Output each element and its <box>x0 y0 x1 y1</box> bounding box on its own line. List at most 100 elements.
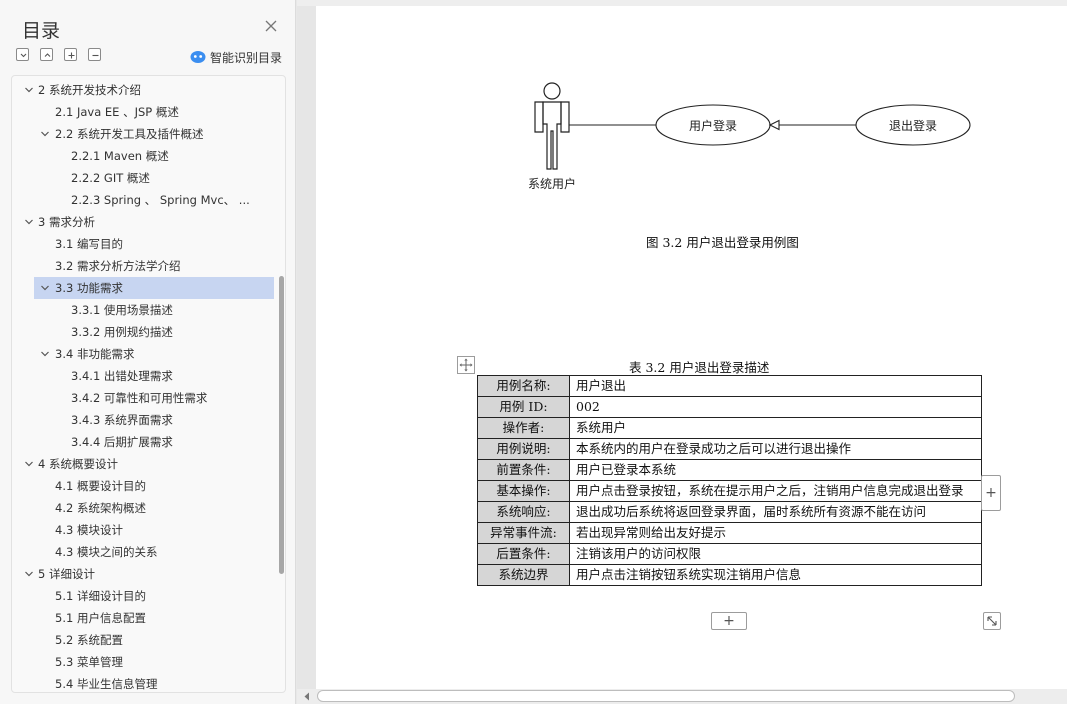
toc-item[interactable]: 3.4.4 后期扩展需求 <box>12 431 274 453</box>
chevron-down-icon[interactable] <box>24 85 34 95</box>
toc-item[interactable]: 4.3 模块之间的关系 <box>12 541 274 563</box>
add-column-button[interactable]: + <box>981 475 1001 511</box>
toc-item-label: 3.2 需求分析方法学介绍 <box>55 259 181 273</box>
toc-item[interactable]: 5.1 用户信息配置 <box>12 607 274 629</box>
ai-icon <box>190 51 206 63</box>
row-value-cell[interactable]: 退出成功后系统将返回登录界面，届时系统所有资源不能在访问 <box>569 501 982 523</box>
row-value-cell[interactable]: 本系统内的用户在登录成功之后可以进行退出操作 <box>569 438 982 460</box>
chevron-down-icon[interactable] <box>24 459 34 469</box>
actor-label: 系统用户 <box>528 177 577 191</box>
table-row: 基本操作: 用户点击登录按钮，系统在提示用户之后，注销用户信息完成退出登录 <box>477 480 982 502</box>
toc-item-label: 3 需求分析 <box>38 215 95 229</box>
toc-item-label: 3.3.2 用例规约描述 <box>71 325 173 339</box>
toc-item[interactable]: 5.3 菜单管理 <box>12 651 274 673</box>
toc-item-label: 5.2 系统配置 <box>55 633 123 647</box>
chevron-down-icon[interactable] <box>40 349 50 359</box>
table-caption: 表 3.2 用户退出登录描述 <box>629 360 770 375</box>
toc-item[interactable]: 3.4.3 系统界面需求 <box>12 409 274 431</box>
toc-item[interactable]: 3.3.1 使用场景描述 <box>12 299 274 321</box>
smart-toc-button[interactable]: 智能识别目录 <box>190 48 282 66</box>
row-label-cell[interactable]: 用例名称: <box>477 375 570 397</box>
table-row: 用例 ID: 002 <box>477 396 982 418</box>
smart-toc-label: 智能识别目录 <box>210 50 283 65</box>
chevron-down-icon[interactable] <box>40 283 50 293</box>
row-label-cell[interactable]: 系统边界 <box>477 564 570 586</box>
toc-item-label: 3.3 功能需求 <box>55 281 123 295</box>
toc-item[interactable]: 4 系统概要设计 <box>12 453 274 475</box>
move-icon <box>459 358 473 372</box>
use-case-table: 用例名称: 用户退出 用例 ID: 002 操作者: 系统用户 用例说明: 本系统内的用户在登… <box>477 375 982 586</box>
usecase-logout-label: 退出登录 <box>889 119 938 133</box>
row-value-cell[interactable]: 注销该用户的访问权限 <box>569 543 982 565</box>
add-heading-icon[interactable] <box>64 48 77 61</box>
expand-all-icon[interactable] <box>40 48 53 61</box>
table-row: 系统响应: 退出成功后系统将返回登录界面，届时系统所有资源不能在访问 <box>477 501 982 523</box>
toc-list: 2 系统开发技术介绍 2.1 Java EE 、JSP 概述 2.2 系统开发工具及… <box>12 79 274 692</box>
table-row: 异常事件流: 若出现异常则给出友好提示 <box>477 522 982 544</box>
toc-item[interactable]: 3.3.2 用例规约描述 <box>12 321 274 343</box>
table-resize-handle[interactable] <box>983 612 1001 630</box>
toc-item[interactable]: 4.3 模块设计 <box>12 519 274 541</box>
toc-scrollbar[interactable] <box>279 276 284 574</box>
row-label-cell[interactable]: 系统响应: <box>477 501 570 523</box>
chevron-down-icon[interactable] <box>40 129 50 139</box>
toc-item[interactable]: 3 需求分析 <box>12 211 274 233</box>
scrollbar-thumb[interactable] <box>317 690 1015 702</box>
toc-item-label: 4.2 系统架构概述 <box>55 501 146 515</box>
toc-item-label: 2.2.3 Spring 、 Spring Mvc、 ... <box>71 193 250 207</box>
toc-item[interactable]: 3.4.1 出错处理需求 <box>12 365 274 387</box>
usecase-login-label: 用户登录 <box>689 119 738 133</box>
toc-item[interactable]: 2.2 系统开发工具及插件概述 <box>12 123 274 145</box>
toc-item[interactable]: 5.2 系统配置 <box>12 629 274 651</box>
row-label-cell[interactable]: 用例说明: <box>477 438 570 460</box>
toc-item-label: 5.1 详细设计目的 <box>55 589 146 603</box>
row-value-cell[interactable]: 系统用户 <box>569 417 982 439</box>
row-value-cell[interactable]: 用户已登录本系统 <box>569 459 982 481</box>
toc-item[interactable]: 4.2 系统架构概述 <box>12 497 274 519</box>
toc-item[interactable]: 3.2 需求分析方法学介绍 <box>12 255 274 277</box>
remove-heading-icon[interactable] <box>88 48 101 61</box>
toc-item[interactable]: 2.2.3 Spring 、 Spring Mvc、 ... <box>12 189 274 211</box>
row-label-cell[interactable]: 基本操作: <box>477 480 570 502</box>
table-move-handle[interactable] <box>457 356 475 374</box>
add-row-button[interactable]: + <box>711 612 747 630</box>
row-value-cell[interactable]: 用户点击登录按钮，系统在提示用户之后，注销用户信息完成退出登录 <box>569 480 982 502</box>
toc-item-selected[interactable]: 3.3 功能需求 <box>34 277 274 299</box>
toc-item[interactable]: 3.4.2 可靠性和可用性需求 <box>12 387 274 409</box>
row-label-cell[interactable]: 异常事件流: <box>477 522 570 544</box>
toc-item[interactable]: 3.1 编写目的 <box>12 233 274 255</box>
toc-item[interactable]: 2.1 Java EE 、JSP 概述 <box>12 101 274 123</box>
row-label-cell[interactable]: 操作者: <box>477 417 570 439</box>
toc-item-label: 2.2.1 Maven 概述 <box>71 149 169 163</box>
toc-item-label: 3.4.4 后期扩展需求 <box>71 435 173 449</box>
extend-arrowhead <box>768 119 780 131</box>
chevron-down-icon[interactable] <box>24 569 34 579</box>
row-value-cell[interactable]: 若出现异常则给出友好提示 <box>569 522 982 544</box>
toc-item-label: 4 系统概要设计 <box>38 457 118 471</box>
scroll-left-icon[interactable] <box>303 692 311 701</box>
row-label-cell[interactable]: 后置条件: <box>477 543 570 565</box>
collapse-all-icon[interactable] <box>16 48 29 61</box>
row-label-cell[interactable]: 用例 ID: <box>477 396 570 418</box>
toc-item[interactable]: 4.1 概要设计目的 <box>12 475 274 497</box>
toc-item[interactable]: 2 系统开发技术介绍 <box>12 79 274 101</box>
row-value-cell[interactable]: 用户退出 <box>569 375 982 397</box>
document-page: 系统用户 用户登录 退出登录 图 3.2 用户退出登录用例图 表 3.2 用户退… <box>316 6 1067 689</box>
row-value-cell[interactable]: 用户点击注销按钮系统实现注销用户信息 <box>569 564 982 586</box>
toc-item[interactable]: 3.4 非功能需求 <box>12 343 274 365</box>
row-value-cell[interactable]: 002 <box>569 396 982 418</box>
chevron-down-icon[interactable] <box>24 217 34 227</box>
toc-item-label: 5 详细设计 <box>38 567 95 581</box>
top-ruler-strip <box>297 0 1067 6</box>
table-row: 用例说明: 本系统内的用户在登录成功之后可以进行退出操作 <box>477 438 982 460</box>
toc-item-label: 3.4.1 出错处理需求 <box>71 369 173 383</box>
row-label-cell[interactable]: 前置条件: <box>477 459 570 481</box>
toc-item[interactable]: 5 详细设计 <box>12 563 274 585</box>
toc-item[interactable]: 5.4 毕业生信息管理 <box>12 673 274 692</box>
table-row: 操作者: 系统用户 <box>477 417 982 439</box>
close-icon[interactable] <box>263 18 279 34</box>
toc-item[interactable]: 2.2.1 Maven 概述 <box>12 145 274 167</box>
toc-item[interactable]: 5.1 详细设计目的 <box>12 585 274 607</box>
horizontal-scrollbar[interactable] <box>297 689 1067 704</box>
toc-item[interactable]: 2.2.2 GIT 概述 <box>12 167 274 189</box>
